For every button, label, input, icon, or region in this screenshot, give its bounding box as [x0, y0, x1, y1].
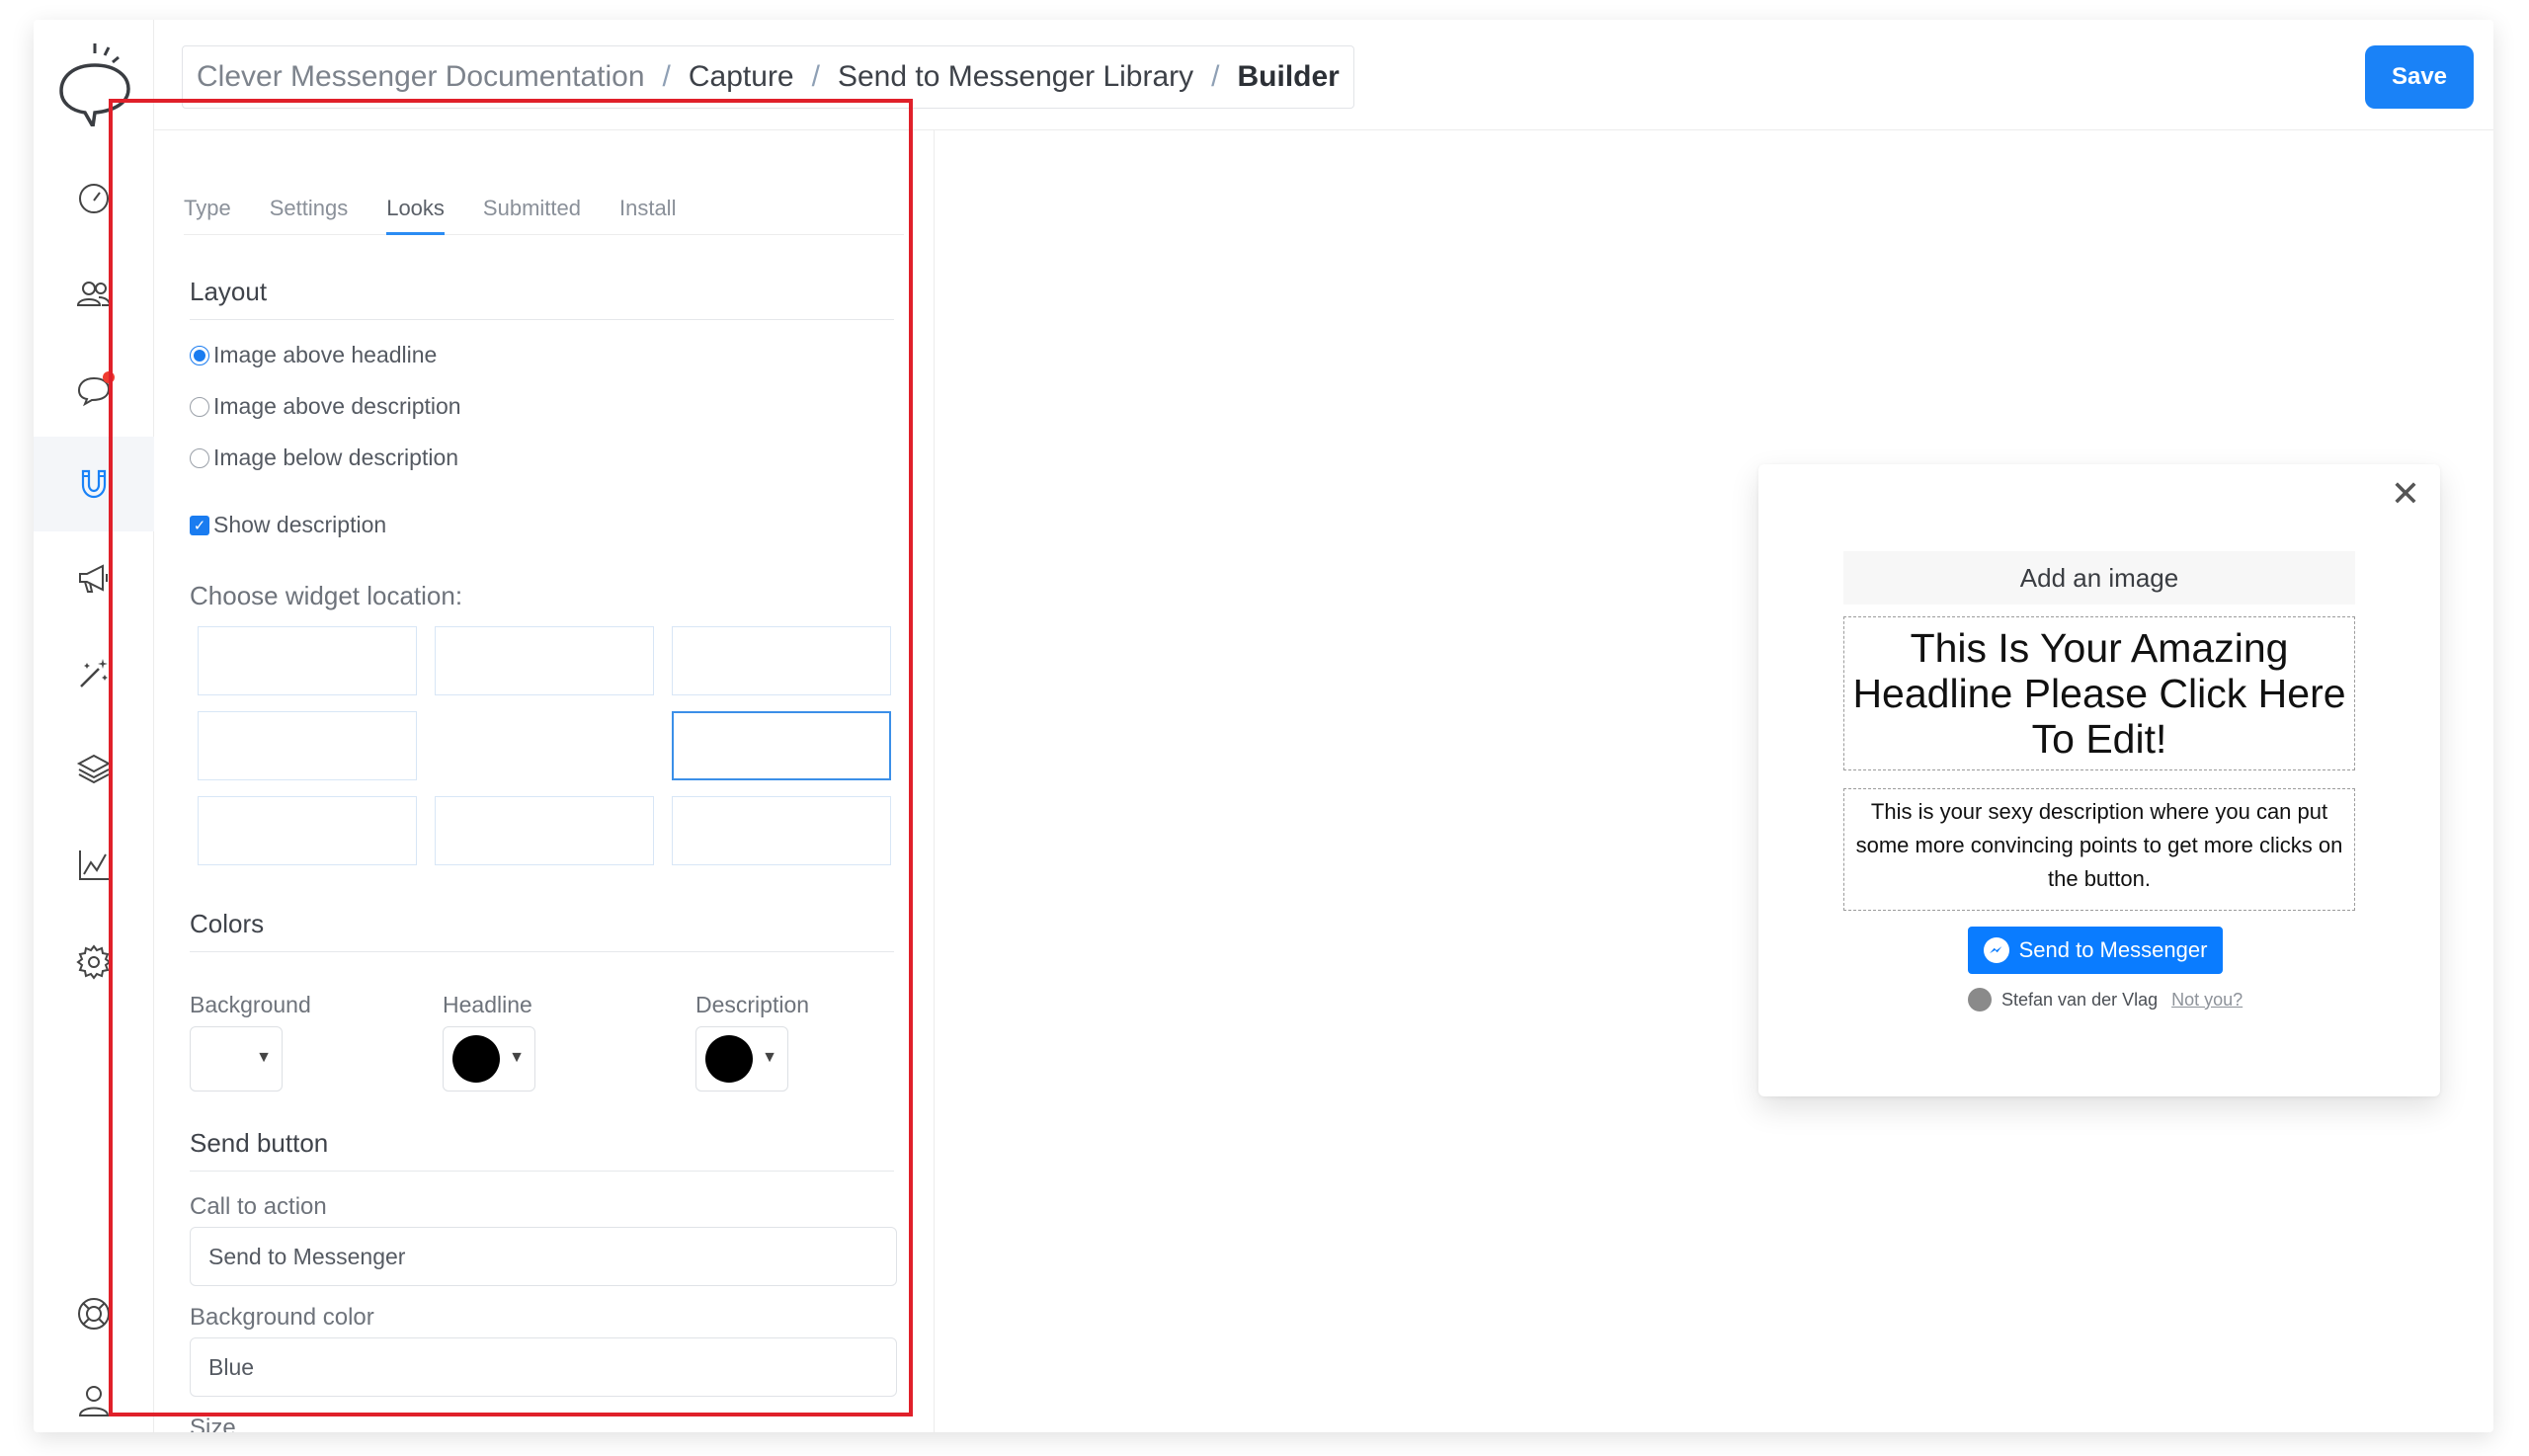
app-logo-icon[interactable] [55, 38, 134, 132]
headline-color-label: Headline [443, 992, 532, 1017]
widget-preview: ✕ Add an image This Is Your Amazing Head… [1758, 464, 2440, 1096]
nav-account[interactable] [34, 1353, 154, 1432]
breadcrumb-separator: / [811, 60, 820, 93]
notification-dot [103, 371, 115, 383]
breadcrumb-item-capture[interactable]: Capture [689, 60, 794, 94]
breadcrumb-item-documentation[interactable]: Clever Messenger Documentation [197, 60, 645, 94]
location-bottom-left[interactable] [198, 796, 417, 865]
tab-install[interactable]: Install [619, 170, 676, 235]
background-color-group: Background ▼ [190, 992, 311, 1092]
tab-looks[interactable]: Looks [386, 170, 445, 235]
close-icon[interactable]: ✕ [2391, 476, 2420, 512]
breadcrumb-separator: / [662, 60, 671, 93]
location-top-center[interactable] [435, 626, 654, 695]
headline-color-group: Headline ▼ [443, 992, 535, 1092]
builder-settings-panel: Type Settings Looks Submitted Install La… [154, 130, 935, 1432]
description-color-group: Description ▼ [695, 992, 809, 1092]
radio-label: Image below description [213, 445, 459, 470]
help-lifebuoy-icon [78, 1298, 110, 1330]
radio-button[interactable] [190, 447, 209, 468]
capture-magnet-icon [81, 469, 107, 499]
messenger-icon [1983, 937, 2009, 963]
analytics-icon [79, 850, 109, 880]
size-label: Size [190, 1415, 236, 1432]
color-swatch [705, 1035, 753, 1083]
headline-color-picker[interactable]: ▼ [443, 1026, 535, 1092]
tab-bar: Type Settings Looks Submitted Install [184, 170, 904, 235]
app-window: Clever Messenger Documentation / Capture… [34, 20, 2493, 1432]
location-bottom-right[interactable] [672, 796, 891, 865]
nav-capture[interactable] [34, 437, 154, 531]
background-color-label: Background [190, 992, 311, 1017]
tab-type[interactable]: Type [184, 170, 231, 235]
nav-analytics[interactable] [34, 818, 154, 913]
radio-label: Image above description [213, 393, 461, 419]
nav-settings[interactable] [34, 915, 154, 1010]
nav-dashboard[interactable] [34, 150, 154, 245]
settings-gear-icon [76, 944, 112, 980]
nav-layers[interactable] [34, 721, 154, 816]
top-bar: Clever Messenger Documentation / Capture… [154, 20, 2493, 130]
user-identity: Stefan van der Vlag Not you? [1968, 988, 2363, 1011]
description-color-picker[interactable]: ▼ [695, 1026, 788, 1092]
layout-option-image-above-description[interactable]: Image above description [190, 393, 461, 420]
not-you-link[interactable]: Not you? [2171, 990, 2243, 1011]
caret-down-icon: ▼ [762, 1049, 777, 1066]
caret-down-icon: ▼ [256, 1049, 272, 1066]
description-color-label: Description [695, 992, 810, 1017]
call-to-action-input[interactable]: Send to Messenger [190, 1227, 897, 1286]
radio-button[interactable] [190, 396, 209, 417]
location-top-right[interactable] [672, 626, 891, 695]
nav-automation[interactable] [34, 626, 154, 721]
layout-option-image-above-headline[interactable]: Image above headline [190, 342, 437, 368]
editable-headline[interactable]: This Is Your Amazing Headline Please Cli… [1843, 616, 2355, 770]
background-color-select[interactable]: Blue [190, 1337, 897, 1397]
colors-section-title: Colors [190, 909, 894, 952]
location-middle-left[interactable] [198, 711, 417, 780]
checkbox-label: Show description [213, 512, 387, 537]
breadcrumb-separator: / [1211, 60, 1220, 93]
tab-settings[interactable]: Settings [270, 170, 349, 235]
color-swatch [200, 1035, 247, 1083]
color-swatch [452, 1035, 500, 1083]
nav-broadcast[interactable] [34, 531, 154, 626]
send-to-messenger-label: Send to Messenger [2018, 937, 2208, 962]
location-bottom-center[interactable] [435, 796, 654, 865]
widget-location-label: Choose widget location: [190, 581, 463, 610]
radio-button[interactable] [190, 345, 209, 365]
nav-chat[interactable] [34, 342, 154, 437]
location-middle-right[interactable] [672, 711, 891, 780]
send-to-messenger-button[interactable]: Send to Messenger [1968, 927, 2223, 974]
breadcrumb-item-library[interactable]: Send to Messenger Library [838, 60, 1193, 94]
breadcrumb-item-builder: Builder [1237, 60, 1340, 93]
contacts-icon [76, 282, 112, 306]
account-user-icon [78, 1386, 110, 1416]
sidebar [34, 20, 154, 1432]
breadcrumb: Clever Messenger Documentation / Capture… [182, 45, 1354, 109]
save-button[interactable]: Save [2365, 45, 2474, 109]
show-description-checkbox[interactable]: ✓ Show description [190, 512, 386, 538]
radio-label: Image above headline [213, 342, 438, 367]
send-button-section-title: Send button [190, 1128, 894, 1172]
broadcast-megaphone-icon [79, 564, 108, 593]
automation-wand-icon [80, 659, 108, 688]
user-name: Stefan van der Vlag [2001, 989, 2159, 1010]
caret-down-icon: ▼ [509, 1049, 525, 1066]
background-color-picker[interactable]: ▼ [190, 1026, 283, 1092]
avatar [1968, 988, 1992, 1011]
editable-description[interactable]: This is your sexy description where you … [1843, 788, 2355, 911]
dashboard-icon [79, 184, 109, 213]
background-color-field-label: Background color [190, 1304, 374, 1331]
nav-contacts[interactable] [34, 247, 154, 342]
call-to-action-label: Call to action [190, 1193, 327, 1220]
checkbox[interactable]: ✓ [190, 515, 209, 535]
add-image-placeholder[interactable]: Add an image [1843, 551, 2355, 605]
layout-option-image-below-description[interactable]: Image below description [190, 445, 458, 471]
layout-section-title: Layout [190, 277, 894, 320]
tab-submitted[interactable]: Submitted [483, 170, 581, 235]
location-top-left[interactable] [198, 626, 417, 695]
nav-help[interactable] [34, 1266, 154, 1361]
layers-icon [76, 754, 112, 784]
